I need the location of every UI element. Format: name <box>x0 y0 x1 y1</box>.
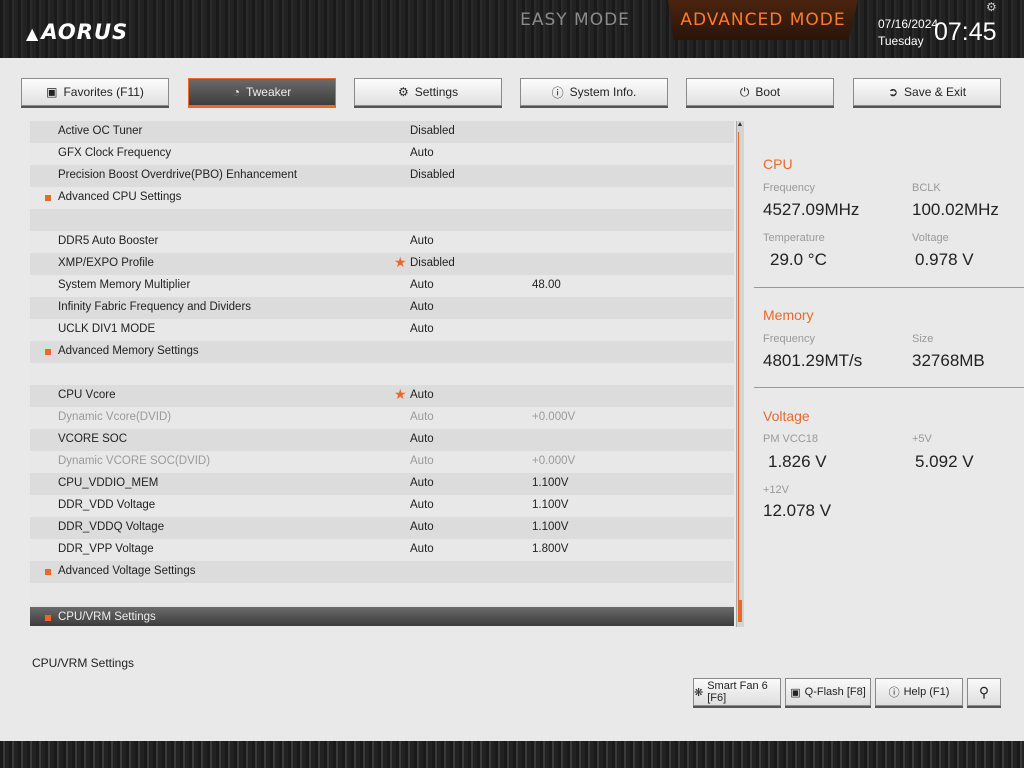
gauge-icon: ◔ <box>232 85 240 99</box>
setting-row-active-oc-tuner[interactable]: Active OC Tuner Disabled <box>30 121 734 143</box>
cpu-section-title: CPU <box>763 156 793 172</box>
gear-icon[interactable]: ⚙ <box>986 0 997 14</box>
row-spacer <box>30 209 734 231</box>
memory-frequency-label: Frequency <box>763 333 815 345</box>
setting-row-ddr5-auto-booster[interactable]: DDR5 Auto Booster Auto <box>30 231 734 253</box>
scrollbar-thumb[interactable] <box>738 600 742 622</box>
tab-settings[interactable]: ⚙ Settings <box>354 78 502 106</box>
setting-row-vcore-soc[interactable]: VCORE SOC Auto <box>30 429 734 451</box>
tab-boot[interactable]: ⏻ Boot <box>686 78 834 106</box>
top-bar: ▲AORUS EASY MODE ADVANCED MODE 07/16/202… <box>0 0 1024 58</box>
cpu-voltage-value: 0.978 V <box>915 250 974 269</box>
submenu-marker-icon <box>45 195 51 201</box>
setting-row-cpu-vcore[interactable]: CPU Vcore ★ Auto <box>30 385 734 407</box>
search-icon: ⚲ <box>978 683 990 700</box>
tab-tweaker[interactable]: ◔ Tweaker <box>188 78 336 106</box>
setting-row-uclk-div1-mode[interactable]: UCLK DIV1 MODE Auto <box>30 319 734 341</box>
advanced-mode-button[interactable]: ADVANCED MODE <box>668 0 858 40</box>
submenu-advanced-voltage-settings[interactable]: Advanced Voltage Settings <box>30 561 734 583</box>
divider <box>754 287 1024 288</box>
tab-system-info[interactable]: ⓘ System Info. <box>520 78 668 106</box>
plus12v-value: 12.078 V <box>763 501 832 520</box>
help-icon: ⓘ <box>888 687 900 699</box>
date-text: 07/16/2024 <box>878 17 939 31</box>
setting-row-memory-multiplier[interactable]: System Memory Multiplier Auto 48.00 <box>30 275 734 297</box>
power-icon: ⏻ <box>739 84 750 99</box>
setting-row-pbo-enhancement[interactable]: Precision Boost Overdrive(PBO) Enhanceme… <box>30 165 734 187</box>
row-spacer <box>30 583 734 605</box>
chip-icon: ▣ <box>790 686 801 699</box>
search-button[interactable]: ⚲ <box>967 678 1001 706</box>
clock-time: 07:45 <box>934 18 997 46</box>
setting-row-dynamic-vcore-soc: Dynamic VCORE SOC(DVID) Auto +0.000V <box>30 451 734 473</box>
aorus-logo: ▲AORUS <box>26 20 129 44</box>
plus5v-value: 5.092 V <box>915 452 974 471</box>
setting-row-ddr-vpp[interactable]: DDR_VPP Voltage Auto 1.800V <box>30 539 734 561</box>
eagle-icon: ▲ <box>26 24 40 43</box>
row-spacer <box>30 363 734 385</box>
help-button[interactable]: ⓘ Help (F1) <box>875 678 963 706</box>
setting-row-cpu-vddio-mem[interactable]: CPU_VDDIO_MEM Auto 1.100V <box>30 473 734 495</box>
gear-icon: ⚙ <box>397 85 409 99</box>
plus12v-label: +12V <box>763 484 789 496</box>
easy-mode-button[interactable]: EASY MODE <box>480 0 670 40</box>
memory-frequency-value: 4801.29MT/s <box>763 351 863 370</box>
setting-row-ddr-vddq[interactable]: DDR_VDDQ Voltage Auto 1.100V <box>30 517 734 539</box>
favorites-icon: ▣ <box>46 85 58 99</box>
cpu-frequency-label: Frequency <box>763 182 815 194</box>
info-icon: ⓘ <box>551 85 564 100</box>
setting-row-infinity-fabric[interactable]: Infinity Fabric Frequency and Dividers A… <box>30 297 734 319</box>
submenu-cpu-vrm-settings[interactable]: CPU/VRM Settings <box>30 607 734 626</box>
voltage-section-title: Voltage <box>763 408 810 424</box>
fan-icon: ❋ <box>694 686 704 699</box>
bclk-value: 100.02MHz <box>912 200 999 219</box>
pm-vcc18-label: PM VCC18 <box>763 433 819 445</box>
memory-size-value: 32768MB <box>912 351 985 370</box>
submenu-advanced-cpu-settings[interactable]: Advanced CPU Settings <box>30 187 734 209</box>
bottom-decor-bar <box>0 741 1024 768</box>
plus5v-label: +5V <box>912 433 932 445</box>
tab-save-exit[interactable]: ➲ Save & Exit <box>853 78 1001 106</box>
q-flash-button[interactable]: ▣ Q-Flash [F8] <box>785 678 871 706</box>
scrollbar-rail <box>738 132 739 602</box>
bclk-label: BCLK <box>912 182 941 194</box>
submenu-advanced-memory-settings[interactable]: Advanced Memory Settings <box>30 341 734 363</box>
weekday-text: Tuesday <box>878 34 924 48</box>
memory-size-label: Size <box>912 333 934 345</box>
settings-list: Active OC Tuner Disabled GFX Clock Frequ… <box>30 121 734 626</box>
cpu-temperature-value: 29.0 °C <box>770 250 827 269</box>
date-display: 07/16/2024 Tuesday <box>878 16 938 50</box>
divider <box>754 387 1024 388</box>
cpu-frequency-value: 4527.09MHz <box>763 200 860 219</box>
submenu-marker-icon <box>45 615 51 621</box>
setting-row-gfx-clock[interactable]: GFX Clock Frequency Auto <box>30 143 734 165</box>
cpu-temperature-label: Temperature <box>763 232 825 244</box>
exit-icon: ➲ <box>887 85 899 99</box>
item-help-text: CPU/VRM Settings <box>32 656 135 670</box>
scroll-up-arrow-icon[interactable]: ▲ <box>736 121 744 131</box>
setting-row-ddr-vdd[interactable]: DDR_VDD Voltage Auto 1.100V <box>30 495 734 517</box>
tab-favorites[interactable]: ▣ Favorites (F11) <box>21 78 169 106</box>
pm-vcc18-value: 1.826 V <box>768 452 827 471</box>
cpu-voltage-label: Voltage <box>912 232 949 244</box>
setting-row-xmp-expo-profile[interactable]: XMP/EXPO Profile ★ Disabled <box>30 253 734 275</box>
memory-section-title: Memory <box>763 307 814 323</box>
submenu-marker-icon <box>45 569 51 575</box>
submenu-marker-icon <box>45 349 51 355</box>
smart-fan-button[interactable]: ❋ Smart Fan 6 [F6] <box>693 678 781 706</box>
star-icon: ★ <box>394 254 407 270</box>
star-icon: ★ <box>394 386 407 402</box>
setting-row-dynamic-vcore: Dynamic Vcore(DVID) Auto +0.000V <box>30 407 734 429</box>
